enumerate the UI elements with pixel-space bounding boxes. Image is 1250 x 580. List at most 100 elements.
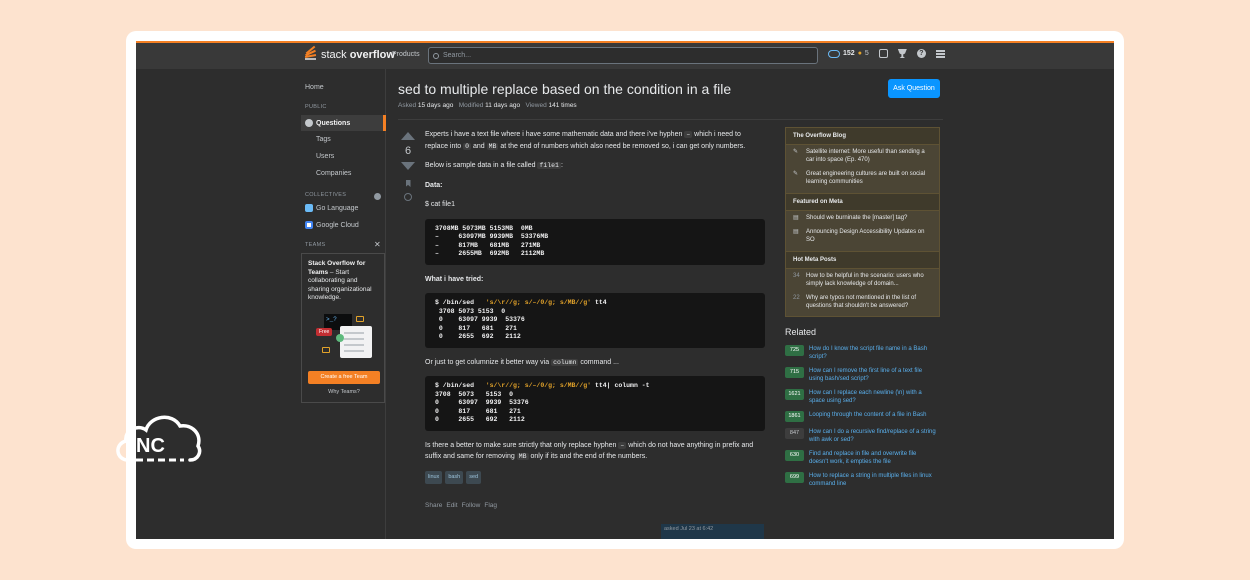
nav-section-collectives: COLLECTIVES	[305, 192, 347, 198]
globe-icon	[305, 119, 313, 127]
bronze-badge-count: 5	[864, 50, 869, 57]
collective-google-cloud-label: Google Cloud	[316, 221, 359, 229]
collective-go[interactable]: Go Language	[305, 204, 358, 212]
related-item[interactable]: 1621 How can I replace each newline (\n) …	[785, 389, 940, 405]
nav-home[interactable]: Home	[305, 84, 324, 91]
meta-item[interactable]: ▤ Announcing Design Accessibility Updates…	[786, 225, 939, 247]
profile-button[interactable]: 152 ● 5	[828, 49, 869, 58]
blog-item[interactable]: ✎ Satellite internet: More useful than se…	[786, 145, 939, 167]
related-header: Related	[785, 327, 817, 337]
teams-illustration: >_? Free	[316, 312, 376, 364]
top-bar-icons: 152 ● 5 ?	[828, 49, 945, 58]
data-heading: Data:	[425, 181, 443, 189]
collective-google-cloud[interactable]: Google Cloud	[305, 221, 359, 229]
search-placeholder: Search...	[443, 52, 472, 59]
nav-users[interactable]: Users	[316, 153, 334, 160]
why-teams-link[interactable]: Why Teams?	[302, 389, 386, 395]
nav-questions-label: Questions	[316, 119, 351, 127]
nav-companies[interactable]: Companies	[316, 170, 351, 177]
tag-sed[interactable]: sed	[466, 470, 482, 484]
question-title[interactable]: sed to multiple replace based on the con…	[398, 81, 731, 97]
reputation-count: 152	[843, 50, 855, 57]
info-icon[interactable]	[374, 193, 381, 200]
meta-item[interactable]: ▤ Should we burninate the [master] tag?	[786, 211, 939, 225]
code-block: 3708MB 5073MB 5153MB 0MB – 63097MB 9939M…	[425, 218, 765, 265]
site-logo[interactable]: stack overflow	[304, 45, 395, 62]
close-icon[interactable]: ✕	[374, 240, 381, 249]
free-badge: Free	[316, 328, 333, 336]
hot-meta-item[interactable]: 22 Why are typos not mentioned in the lis…	[786, 291, 939, 316]
overflow-blog-widget: The Overflow Blog ✎ Satellite internet: M…	[785, 127, 940, 317]
meta-header: Featured on Meta	[786, 193, 939, 211]
tag-list: linux bash sed	[425, 470, 765, 484]
follow-link[interactable]: Follow	[462, 500, 481, 512]
top-bar: stack overflow Products Search... 152 ● 5…	[136, 41, 1114, 69]
downvote-icon[interactable]	[401, 162, 415, 170]
tag-bash[interactable]: bash	[445, 470, 464, 484]
ask-question-button[interactable]: Ask Question	[888, 79, 940, 98]
modified-value[interactable]: 11 days ago	[485, 102, 520, 109]
upvote-icon[interactable]	[401, 132, 415, 140]
help-icon[interactable]: ?	[916, 49, 926, 58]
chat-bubble-icon	[356, 316, 364, 322]
body-paragraph: Or just to get columnize it better way v…	[425, 358, 619, 366]
logo-text-light: stack	[321, 49, 347, 61]
edit-link[interactable]: Edit	[446, 500, 457, 512]
related-item[interactable]: 725 How do I know the script file name in…	[785, 345, 940, 361]
google-cloud-icon	[305, 221, 313, 229]
blog-item[interactable]: ✎ Great engineering cultures are built on…	[786, 167, 939, 189]
flag-link[interactable]: Flag	[484, 500, 497, 512]
nc-cloud-logo: NC	[116, 415, 202, 462]
inbox-icon[interactable]	[878, 49, 888, 58]
code-block: $ /bin/sed 's/\r//g; s/–/0/g; s/MB//g' t…	[425, 293, 765, 348]
question-meta: Asked 15 days ago Modified 11 days ago V…	[398, 102, 577, 109]
tried-heading: What i have tried:	[425, 275, 484, 283]
collective-go-label: Go Language	[316, 204, 359, 212]
bronze-badge-icon: ●	[857, 50, 862, 57]
stack-logo-icon	[304, 45, 318, 62]
products-menu[interactable]: Products	[392, 51, 420, 58]
asked-value: 15 days ago	[417, 102, 454, 109]
pencil-icon: ✎	[793, 149, 799, 155]
comment-icon: ▤	[793, 229, 799, 235]
nav-tags[interactable]: Tags	[316, 136, 331, 143]
tag-linux[interactable]: linux	[425, 470, 443, 484]
bookmark-icon[interactable]	[405, 180, 411, 187]
right-sidebar: The Overflow Blog ✎ Satellite internet: M…	[785, 127, 940, 494]
vote-cell: 6	[398, 132, 418, 201]
check-icon	[336, 334, 344, 342]
viewed-value: 141 times	[548, 102, 577, 109]
history-icon[interactable]	[404, 193, 412, 201]
comment-icon: ▤	[793, 215, 799, 221]
document-icon	[340, 326, 372, 358]
nav-section-public: PUBLIC	[305, 104, 327, 110]
logo-text-bold: overflow	[349, 49, 395, 61]
modified-label: Modified	[458, 102, 484, 109]
related-item[interactable]: 715 How can I remove the first line of a …	[785, 367, 940, 383]
pencil-icon: ✎	[793, 171, 799, 177]
teams-promo-text: Stack Overflow for Teams – Start collabo…	[308, 260, 380, 303]
search-input[interactable]: Search...	[428, 47, 818, 64]
teams-promo: Stack Overflow for Teams – Start collabo…	[301, 253, 385, 403]
related-item[interactable]: 699 How to replace a string in multiple f…	[785, 472, 940, 488]
browser-viewport: stack overflow Products Search... 152 ● 5…	[136, 41, 1114, 539]
viewed-label: Viewed	[525, 102, 547, 109]
related-item[interactable]: 630 Find and replace in file and overwrit…	[785, 450, 940, 466]
related-item[interactable]: 1861 Looping through the content of a fil…	[785, 411, 940, 422]
hot-meta-item[interactable]: 34 How to be helpful in the scenario: use…	[786, 269, 939, 291]
create-team-button[interactable]: Create a free Team	[308, 371, 380, 384]
site-switcher-icon[interactable]	[935, 49, 945, 58]
post-actions: Share Edit Follow Flag	[425, 500, 765, 512]
left-sidebar: Home PUBLIC Questions Tags Users Compani…	[301, 69, 386, 539]
code-block: $ /bin/sed 's/\r//g; s/–/0/g; s/MB//g' t…	[425, 376, 765, 431]
divider	[398, 119, 943, 120]
share-link[interactable]: Share	[425, 500, 442, 512]
body-paragraph: Below is sample data in a file called fi…	[425, 162, 563, 169]
nav-section-teams: TEAMS	[305, 242, 326, 248]
go-language-icon	[305, 204, 313, 212]
nav-questions[interactable]: Questions	[301, 115, 386, 131]
related-item[interactable]: 847 How can I do a recursive find/replace…	[785, 428, 940, 444]
achievements-icon[interactable]	[897, 49, 907, 58]
chat-bubble-icon	[322, 347, 330, 353]
search-icon	[433, 52, 439, 59]
